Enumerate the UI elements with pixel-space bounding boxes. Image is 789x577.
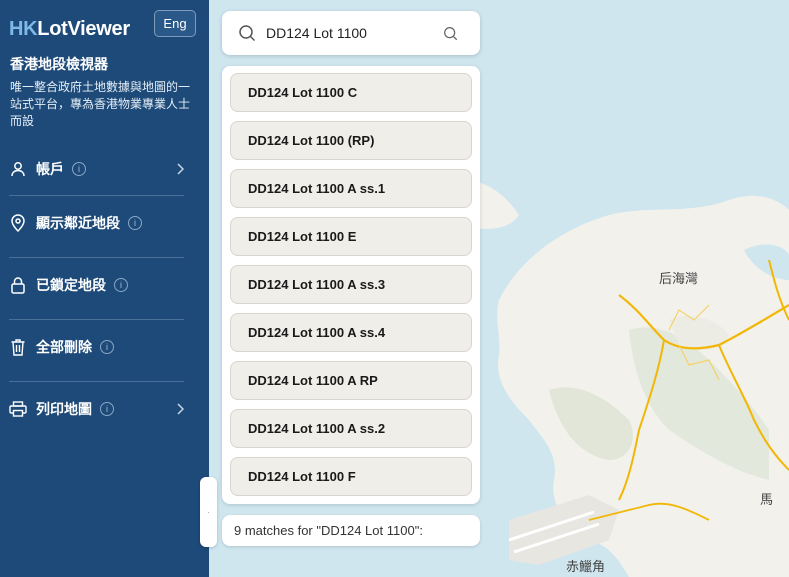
match-count-label: 9 matches for "DD124 Lot 1100":	[222, 515, 480, 546]
menu-item-label: 已鎖定地段	[36, 278, 106, 294]
user-icon	[9, 160, 27, 178]
location-pin-icon	[9, 214, 27, 232]
search-result-item[interactable]: DD124 Lot 1100 F	[230, 457, 472, 496]
lock-icon	[9, 276, 27, 294]
search-icon	[238, 24, 256, 47]
sidebar-collapse-handle[interactable]: ·	[200, 477, 217, 547]
info-icon[interactable]: i	[100, 402, 114, 416]
menu-item-delete-all[interactable]: 全部刪除 i	[9, 332, 184, 362]
info-icon[interactable]: i	[114, 278, 128, 292]
chevron-right-icon	[176, 402, 185, 420]
trash-icon	[9, 338, 27, 356]
search-result-item[interactable]: DD124 Lot 1100 A RP	[230, 361, 472, 400]
info-icon[interactable]: i	[128, 216, 142, 230]
search-input[interactable]	[266, 23, 436, 43]
menu-item-label: 列印地圖	[36, 402, 92, 418]
search-result-item[interactable]: DD124 Lot 1100 E	[230, 217, 472, 256]
menu-item-label: 全部刪除	[36, 340, 92, 356]
app-subtitle: 香港地段檢視器	[10, 57, 108, 73]
map-place-label: 馬	[760, 493, 774, 508]
search-submit-icon[interactable]	[443, 26, 458, 46]
info-icon[interactable]: i	[72, 162, 86, 176]
divider	[9, 319, 184, 320]
menu-item-label: 顯示鄰近地段	[36, 216, 120, 232]
search-bar	[222, 11, 480, 55]
divider	[9, 195, 184, 196]
map-place-label: 后海灣	[659, 272, 699, 287]
search-result-item[interactable]: DD124 Lot 1100 A ss.1	[230, 169, 472, 208]
search-results-dropdown: DD124 Lot 1100 C DD124 Lot 1100 (RP) DD1…	[222, 66, 480, 504]
app-logo: HKLotViewer	[9, 18, 130, 40]
divider	[9, 381, 184, 382]
search-result-item[interactable]: DD124 Lot 1100 (RP)	[230, 121, 472, 160]
search-result-item[interactable]: DD124 Lot 1100 A ss.3	[230, 265, 472, 304]
menu-item-locked-lots[interactable]: 已鎖定地段 i	[9, 270, 184, 300]
chevron-right-icon	[176, 162, 185, 180]
sidebar: HKLotViewer Eng 香港地段檢視器 唯一整合政府土地數據與地圖的一站…	[0, 0, 209, 577]
menu-item-print-map[interactable]: 列印地圖 i	[9, 394, 185, 424]
menu-item-account[interactable]: 帳戶 i	[9, 154, 185, 184]
map-place-label: 赤鱲角	[566, 560, 606, 575]
search-result-item[interactable]: DD124 Lot 1100 A ss.2	[230, 409, 472, 448]
divider	[9, 257, 184, 258]
search-result-item[interactable]: DD124 Lot 1100 A ss.4	[230, 313, 472, 352]
printer-icon	[9, 400, 27, 418]
info-icon[interactable]: i	[100, 340, 114, 354]
language-toggle-button[interactable]: Eng	[154, 10, 196, 37]
search-result-item[interactable]: DD124 Lot 1100 C	[230, 73, 472, 112]
menu-item-label: 帳戶	[36, 162, 64, 178]
app-description: 唯一整合政府土地數據與地圖的一站式平台，專為香港物業專業人士而設	[10, 80, 191, 128]
menu-item-show-nearby-lots[interactable]: 顯示鄰近地段 i	[9, 208, 184, 238]
